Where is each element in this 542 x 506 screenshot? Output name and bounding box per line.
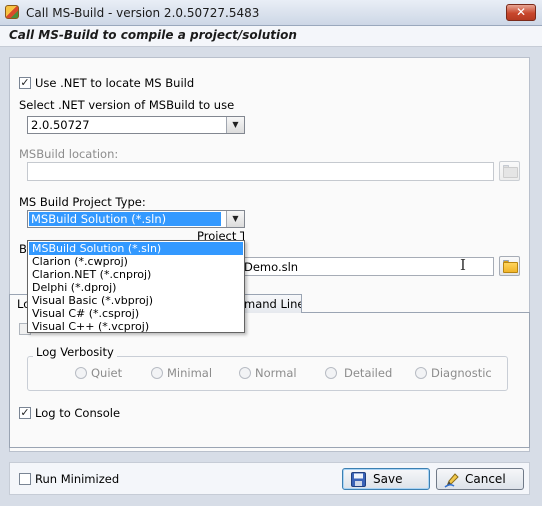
- msbuild-location-input[interactable]: [27, 162, 494, 181]
- cancel-pen-icon: [444, 473, 459, 488]
- log-verbosity-title: Log Verbosity: [33, 345, 117, 359]
- net-version-combo[interactable]: 2.0.50727 ▼: [27, 116, 245, 134]
- list-item[interactable]: Clarion (*.cwproj): [29, 255, 243, 268]
- dialog-header: Call MS-Build to compile a project/solut…: [9, 28, 297, 42]
- list-item[interactable]: Clarion.NET (*.cnproj): [29, 268, 243, 281]
- list-item[interactable]: Visual C++ (*.vcproj): [29, 320, 243, 333]
- chevron-down-icon[interactable]: ▼: [226, 117, 244, 133]
- folder-icon: [503, 262, 518, 273]
- cancel-button[interactable]: Cancel: [436, 468, 524, 490]
- project-type-label: MS Build Project Type:: [19, 195, 146, 209]
- use-net-checkbox[interactable]: ✓: [19, 77, 31, 89]
- browse-msbuild-button[interactable]: [499, 161, 520, 181]
- cancel-button-label: Cancel: [465, 472, 506, 486]
- list-item[interactable]: MSBuild Solution (*.sln): [29, 242, 243, 255]
- list-item[interactable]: Delphi (*.dproj): [29, 281, 243, 294]
- title-bar: Call MS-Build - version 2.0.50727.5483 ✕: [0, 0, 542, 26]
- run-minimized-checkbox[interactable]: [19, 473, 31, 485]
- radio-detailed[interactable]: [325, 367, 337, 379]
- build-file-label-fragment: B: [19, 242, 27, 256]
- build-file-value: Demo.sln: [244, 260, 299, 274]
- msbuild-location-label: MSBuild location:: [19, 147, 119, 161]
- radio-minimal[interactable]: [151, 367, 163, 379]
- save-button[interactable]: Save: [342, 468, 430, 490]
- project-type-combo[interactable]: MSBuild Solution (*.sln) ▼: [27, 210, 245, 228]
- net-version-label: Select .NET version of MSBuild to use: [19, 98, 235, 112]
- radio-quiet-label: Quiet: [91, 366, 123, 380]
- radio-normal[interactable]: [239, 367, 251, 379]
- radio-detailed-label: Detailed: [344, 366, 393, 380]
- window-title: Call MS-Build - version 2.0.50727.5483: [26, 6, 260, 20]
- save-button-label: Save: [373, 472, 403, 486]
- net-version-value: 2.0.50727: [31, 118, 90, 132]
- header-strip: Call MS-Build to compile a project/solut…: [0, 26, 542, 47]
- folder-icon: [503, 167, 518, 178]
- run-minimized-label: Run Minimized: [35, 472, 120, 486]
- radio-quiet[interactable]: [75, 367, 87, 379]
- browse-build-file-button[interactable]: [499, 256, 520, 276]
- radio-diagnostic[interactable]: [415, 367, 427, 379]
- radio-normal-label: Normal: [255, 366, 297, 380]
- project-type-dropdown-list[interactable]: MSBuild Solution (*.sln) Clarion (*.cwpr…: [27, 240, 245, 333]
- list-item[interactable]: Visual C# (*.csproj): [29, 307, 243, 320]
- chevron-down-icon[interactable]: ▼: [226, 211, 244, 227]
- tab-command-line[interactable]: mand Line: [243, 294, 302, 313]
- app-icon: [5, 5, 19, 19]
- tab-log[interactable]: Lo: [9, 294, 28, 314]
- list-item[interactable]: Visual Basic (*.vbproj): [29, 294, 243, 307]
- log-to-console-checkbox[interactable]: ✓: [19, 407, 31, 419]
- use-net-label: Use .NET to locate MS Build: [35, 76, 195, 90]
- log-to-console-label: Log to Console: [35, 406, 121, 420]
- project-type-value: MSBuild Solution (*.sln): [29, 212, 221, 226]
- radio-diagnostic-label: Diagnostic: [431, 366, 492, 380]
- text-cursor-icon: I: [460, 256, 466, 274]
- close-button[interactable]: ✕: [506, 4, 536, 21]
- radio-minimal-label: Minimal: [167, 366, 213, 380]
- save-icon: [351, 472, 366, 487]
